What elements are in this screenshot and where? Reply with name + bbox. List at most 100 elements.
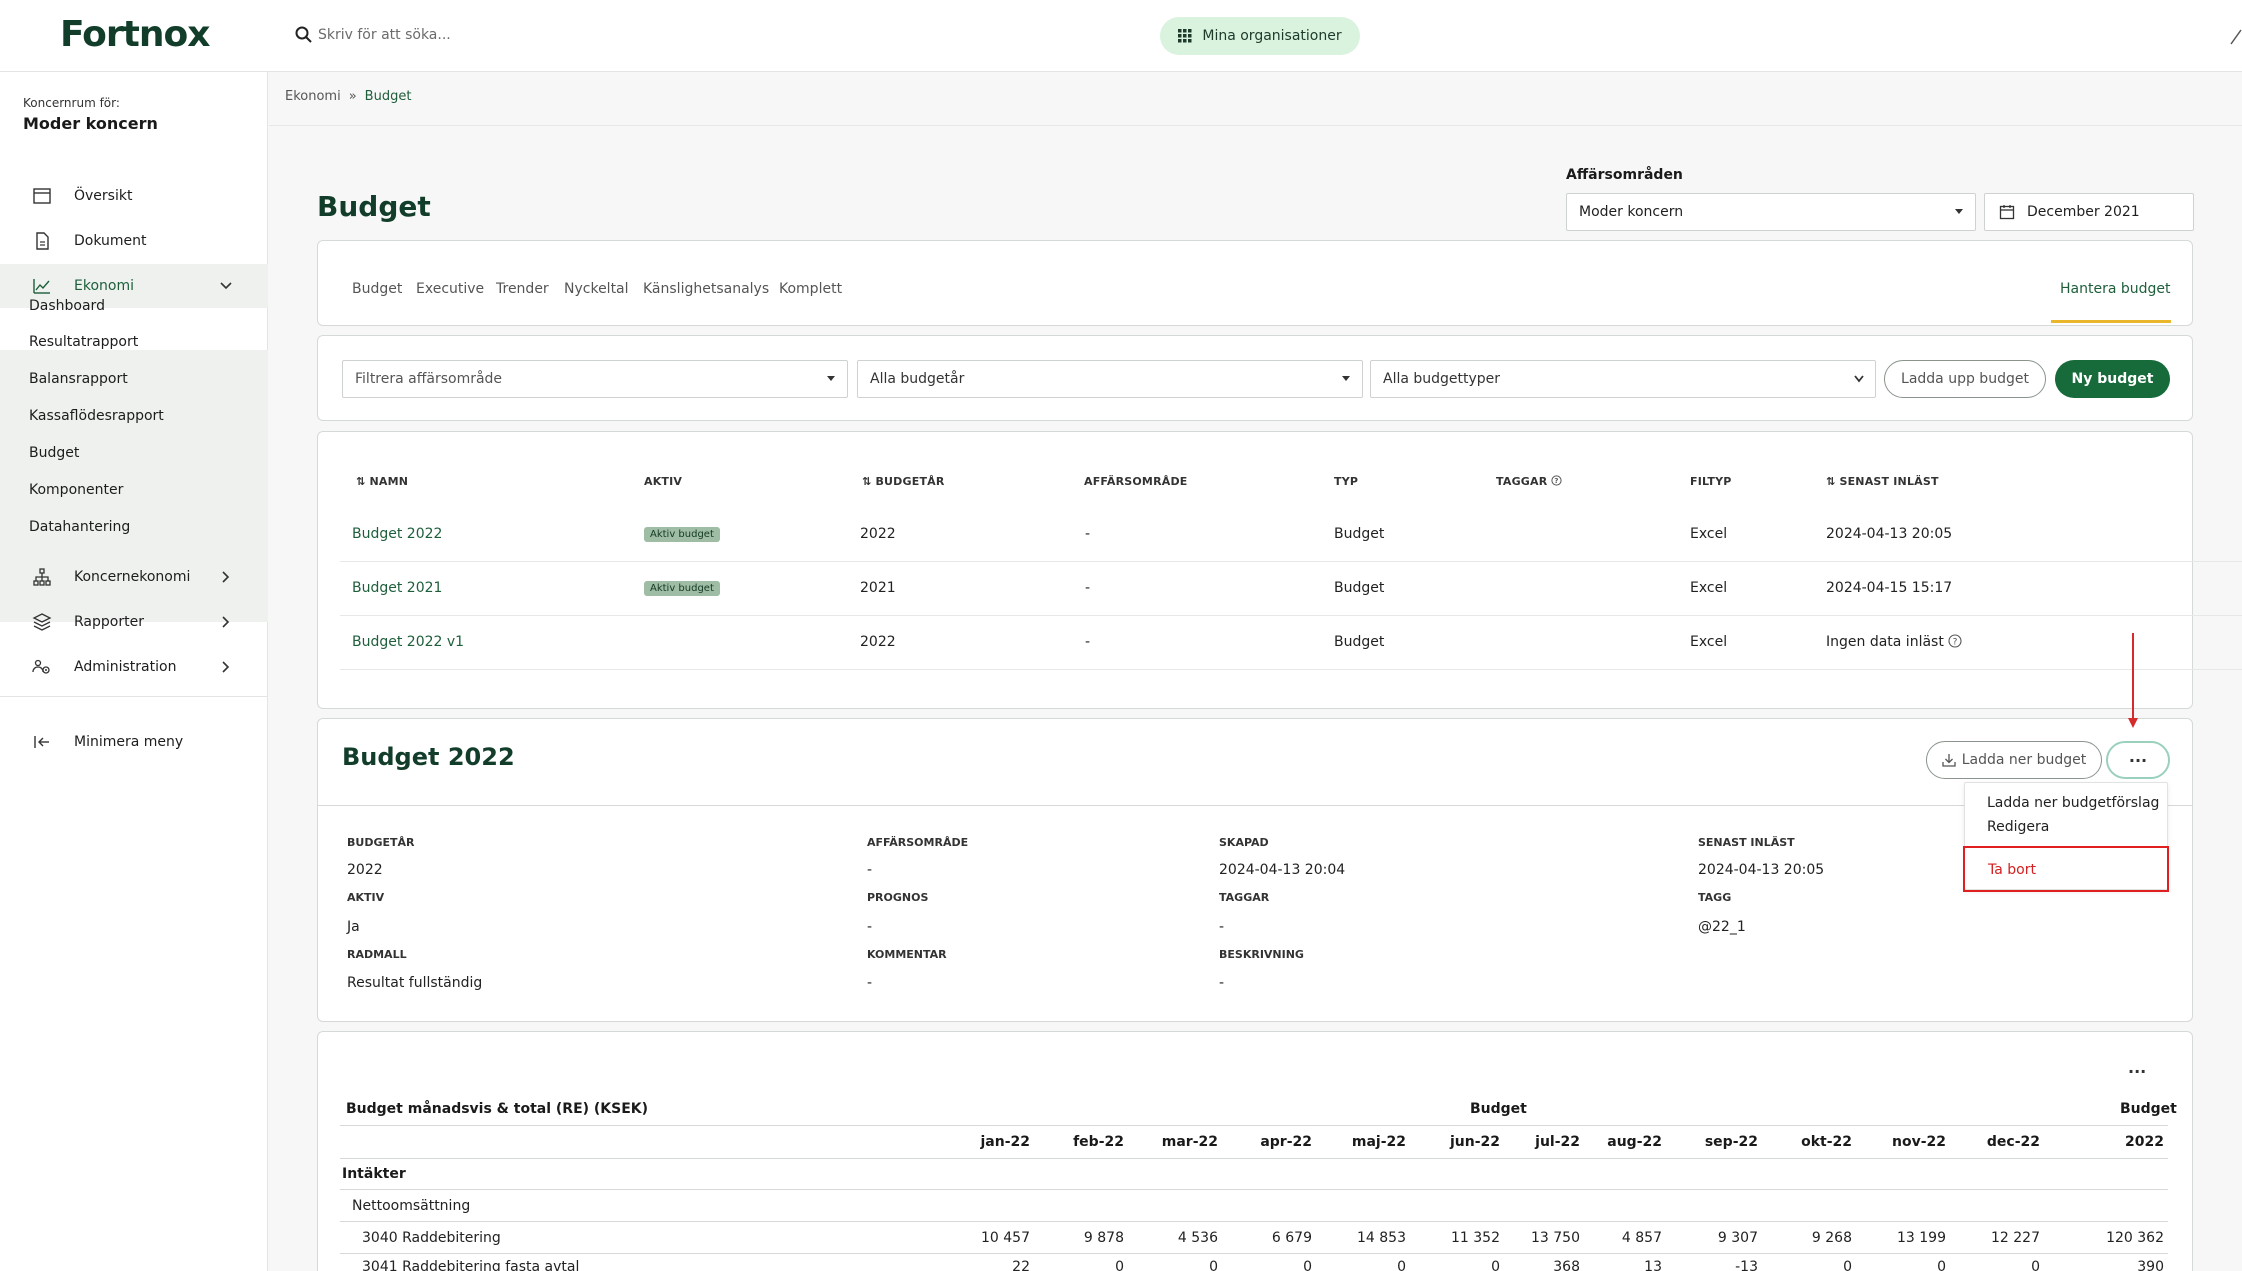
my-organizations-button[interactable]: Mina organisationer: [1160, 17, 1360, 55]
sidebar-item-dokument[interactable]: Dokument: [0, 219, 268, 263]
business-area-select[interactable]: Moder koncern: [1566, 193, 1976, 231]
tab-budget[interactable]: Budget: [352, 281, 402, 297]
col-header-filtyp: FILTYP: [1690, 475, 1732, 488]
sidebar-sub-dashboard[interactable]: Dashboard: [29, 298, 105, 314]
chevron-right-icon[interactable]: [218, 569, 234, 585]
col-header-typ: TYP: [1334, 475, 1359, 488]
budget-total-value: 120 362: [2106, 1230, 2164, 1246]
budget-value: 9 268: [1811, 1230, 1852, 1246]
download-budget-button[interactable]: Ladda ner budget: [1926, 741, 2102, 779]
chevron-right-icon[interactable]: [218, 659, 234, 675]
chevron-right-icon[interactable]: [218, 614, 234, 630]
budget-total-group-header: Budget: [2120, 1101, 2177, 1117]
field-value: Ja: [347, 919, 360, 935]
menu-item-edit[interactable]: Redigera: [1987, 819, 2049, 835]
detail-title: Budget 2022: [342, 743, 515, 771]
sidebar-item-label: Översikt: [74, 188, 133, 204]
area-filter-select[interactable]: Filtrera affärsområde: [342, 360, 848, 398]
account-row-label: 3041 Raddebitering fasta avtal: [362, 1259, 580, 1271]
budget-value: 0: [1491, 1259, 1500, 1271]
col-header-namn[interactable]: ⇅ NAMN: [356, 475, 408, 488]
field-value: -: [867, 919, 873, 935]
breadcrumb: Ekonomi » Budget: [285, 89, 411, 104]
col-header-taggar: TAGGAR ?: [1496, 475, 1563, 488]
layers-icon: [32, 613, 52, 631]
tab-komplett[interactable]: Komplett: [779, 281, 842, 297]
sidebar-sub-komponenter[interactable]: Komponenter: [29, 482, 123, 498]
upload-budget-button[interactable]: Ladda upp budget: [1884, 360, 2046, 398]
new-budget-button[interactable]: Ny budget: [2055, 360, 2170, 398]
document-icon: [36, 232, 49, 250]
active-badge: Aktiv budget: [644, 527, 720, 542]
budget-value: 9 878: [1083, 1230, 1124, 1246]
more-options-button[interactable]: ···: [2106, 741, 2170, 779]
sidebar-item-oversikt[interactable]: Översikt: [0, 174, 268, 218]
budget-value: 0: [1115, 1259, 1124, 1271]
table-row[interactable]: Budget 2021 Aktiv budget 2021 - Budget E…: [340, 562, 2242, 616]
sidebar: Koncernrum för: Moder koncern Översikt D…: [0, 72, 268, 1271]
menu-item-download-proposal[interactable]: Ladda ner budgetförslag: [1987, 795, 2159, 811]
breadcrumb-ekonomi[interactable]: Ekonomi: [285, 89, 341, 104]
help-icon[interactable]: ?: [1551, 475, 1563, 486]
fortnox-logo[interactable]: Fortnox: [60, 14, 210, 55]
annotation-arrow-line: [2132, 633, 2134, 725]
sidebar-sub-budget[interactable]: Budget: [29, 445, 79, 461]
chevron-down-icon: [1854, 375, 1864, 383]
search-input[interactable]: [318, 20, 738, 50]
caret-down-icon: [827, 376, 835, 381]
date-picker[interactable]: December 2021: [1984, 193, 2194, 231]
tab-nyckeltal[interactable]: Nyckeltal: [564, 281, 629, 297]
help-icon[interactable]: ?: [1948, 634, 1962, 648]
header-divider: [340, 1125, 2168, 1126]
budget-value: 14 853: [1357, 1230, 1406, 1246]
sidebar-item-rapporter[interactable]: Rapporter: [0, 600, 268, 644]
budget-type: Budget: [1334, 580, 1385, 596]
col-header-budgetar[interactable]: ⇅ BUDGETÅR: [862, 475, 945, 488]
budget-value: 13: [1644, 1259, 1662, 1271]
table-row[interactable]: Budget 2022 v1 2022 - Budget Excel Ingen…: [340, 616, 2242, 670]
budget-loaded: 2024-04-13 20:05: [1826, 526, 1953, 542]
col-header-label: BUDGETÅR: [875, 475, 945, 488]
type-filter-select[interactable]: Alla budgettyper: [1370, 360, 1876, 398]
sidebar-item-label: Rapporter: [74, 614, 144, 630]
sidebar-item-label: Ekonomi: [74, 278, 134, 294]
chevron-down-icon[interactable]: [218, 278, 234, 294]
menu-item-delete[interactable]: Ta bort: [1988, 862, 2036, 878]
year-filter-select[interactable]: Alla budgetår: [857, 360, 1363, 398]
tab-trender[interactable]: Trender: [496, 281, 549, 297]
budget-value: 12 227: [1991, 1230, 2040, 1246]
minimize-menu-button[interactable]: Minimera meny: [0, 720, 268, 764]
sidebar-item-administration[interactable]: Administration: [0, 645, 268, 689]
field-value: 2024-04-13 20:04: [1219, 862, 1346, 878]
budget-value: 13 199: [1897, 1230, 1946, 1246]
budget-value: 0: [1937, 1259, 1946, 1271]
grid-icon: [1178, 29, 1192, 43]
col-header-senast-inlast[interactable]: ⇅ SENAST INLÄST: [1826, 475, 1939, 488]
field-value: Resultat fullständig: [347, 975, 483, 991]
table-row[interactable]: Budget 2022 Aktiv budget 2022 - Budget E…: [340, 508, 2242, 562]
tab-hantera-budget[interactable]: Hantera budget: [2060, 281, 2171, 297]
sidebar-item-koncernekonomi[interactable]: Koncernekonomi: [0, 555, 268, 599]
sidebar-sub-balansrapport[interactable]: Balansrapport: [29, 371, 128, 387]
field-label: TAGG: [1698, 891, 1732, 904]
download-icon: [1942, 754, 1956, 767]
budget-name-link[interactable]: Budget 2021: [352, 580, 442, 596]
tab-executive[interactable]: Executive: [416, 281, 484, 297]
month-header: feb-22: [1073, 1134, 1124, 1150]
pencil-icon[interactable]: [2228, 24, 2242, 46]
tab-kanslighetsanalys[interactable]: Känslighetsanalys: [643, 281, 769, 297]
budget-name-link[interactable]: Budget 2022: [352, 526, 442, 542]
sidebar-sub-resultatrapport[interactable]: Resultatrapport: [29, 334, 138, 350]
breadcrumb-bar: [269, 72, 2242, 126]
account-row-label: 3040 Raddebitering: [362, 1230, 501, 1246]
budget-table-title: Budget månadsvis & total (RE) (KSEK): [346, 1101, 649, 1117]
table-more-options[interactable]: ···: [2128, 1062, 2146, 1081]
budget-name-link[interactable]: Budget 2022 v1: [352, 634, 464, 650]
budget-value: 6 679: [1271, 1230, 1312, 1246]
breadcrumb-budget[interactable]: Budget: [365, 89, 412, 104]
sidebar-sub-kassaflodesrapport[interactable]: Kassaflödesrapport: [29, 408, 164, 424]
calendar-icon: [33, 188, 51, 204]
sidebar-sub-datahantering[interactable]: Datahantering: [29, 519, 130, 535]
section-label: Intäkter: [342, 1166, 406, 1182]
month-header: jun-22: [1449, 1134, 1500, 1150]
